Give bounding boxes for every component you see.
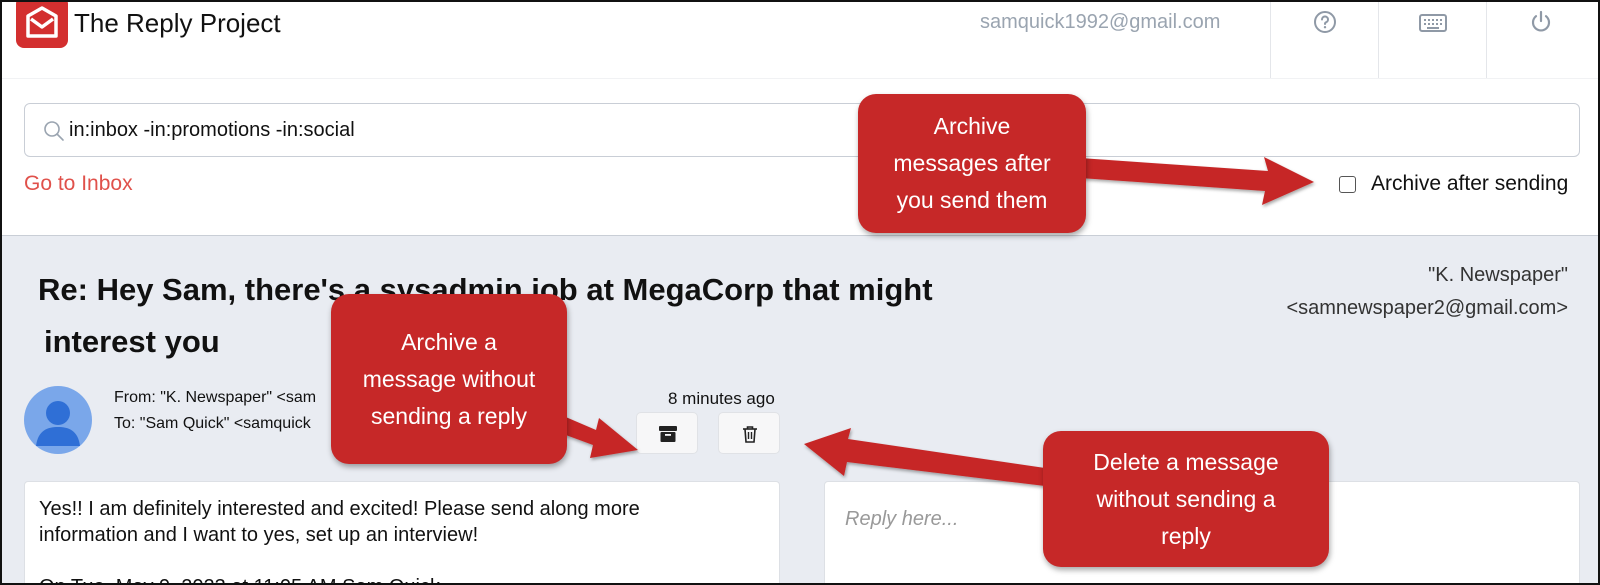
trash-icon (743, 426, 757, 443)
user-avatar-icon (36, 401, 80, 446)
sender-email: <samnewspaper2@gmail.com> (1286, 297, 1568, 319)
power-icon (1531, 10, 1551, 32)
account-email: samquick1992@gmail.com (980, 11, 1221, 33)
message-pane: Re: Hey Sam, there's a sysadmin job at M… (2, 235, 1598, 583)
message-time: 8 minutes ago (668, 389, 775, 408)
message-body-line: information and I want to yes, set up an… (39, 524, 479, 546)
archive-icon (659, 426, 677, 442)
help-button[interactable] (1270, 2, 1378, 78)
help-icon (1314, 11, 1336, 33)
go-to-inbox-link[interactable]: Go to Inbox (24, 172, 133, 196)
archive-button[interactable] (636, 412, 698, 454)
keyboard-icon (1419, 14, 1447, 32)
callout-line: Archive (933, 113, 1011, 139)
app-title: The Reply Project (74, 8, 281, 38)
callout-line: you send them (896, 187, 1048, 213)
delete-button[interactable] (718, 412, 780, 454)
avatar (24, 386, 92, 454)
app-window: The Reply Project samquick1992@gmail.com (0, 0, 1600, 585)
search-input[interactable] (69, 112, 1549, 148)
keyboard-shortcuts-button[interactable] (1378, 2, 1486, 78)
callout-line: Archive a (401, 328, 497, 355)
callout-line: sending a reply (371, 402, 527, 429)
message-body-line: Yes!! I am definitely interested and exc… (39, 498, 640, 520)
callout-line: messages after (893, 150, 1051, 176)
callout-delete-without-reply: Delete a message without sending a reply (1043, 431, 1329, 567)
callout-line: Delete a message (1093, 448, 1279, 475)
callout-archive-without-reply: Archive a message without sending a repl… (331, 294, 567, 464)
sender-name: "K. Newspaper" (1428, 264, 1568, 286)
search-box[interactable] (24, 103, 1580, 157)
callout-archive-after-send: Archive messages after you send them (858, 94, 1086, 233)
sign-out-button[interactable] (1486, 2, 1594, 78)
message-from: From: "K. Newspaper" <sam (114, 389, 317, 406)
search-section: Go to Inbox Archive after sending (2, 78, 1598, 235)
callout-line: message without (362, 365, 536, 392)
top-header: The Reply Project samquick1992@gmail.com (2, 2, 1598, 78)
search-icon (44, 121, 64, 141)
logo-mail-icon (26, 6, 58, 38)
app-logo[interactable] (16, 2, 68, 48)
callout-line: reply (1161, 522, 1211, 549)
quoted-reply-header: On Tue, May 9, 2023 at 11:05 AM Sam Quic… (39, 574, 765, 583)
message-body: Yes!! I am definitely interested and exc… (24, 481, 780, 583)
message-to: To: "Sam Quick" <samquick (114, 415, 311, 432)
archive-after-sending-checkbox[interactable] (1339, 176, 1356, 193)
archive-after-sending-label: Archive after sending (1371, 172, 1569, 195)
callout-line: without sending a (1096, 485, 1276, 512)
